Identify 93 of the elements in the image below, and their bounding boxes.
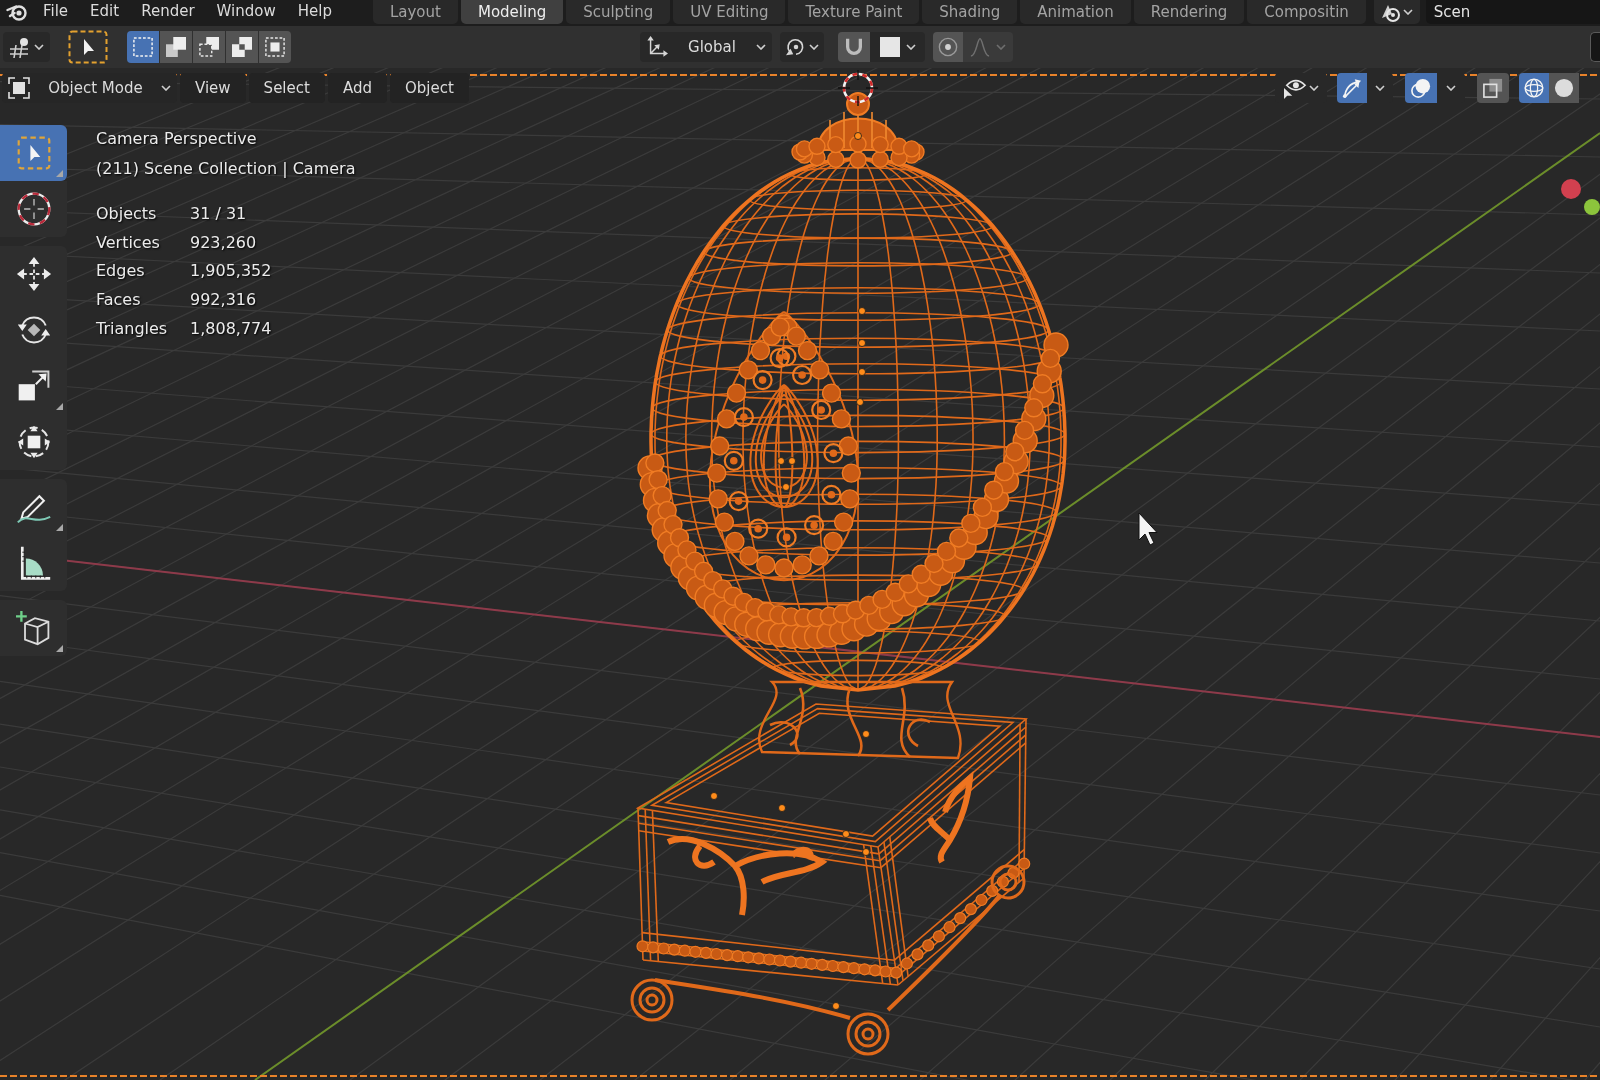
chevron-down-icon	[905, 44, 916, 50]
stat-value: 1,808,774	[190, 317, 273, 340]
overlay-toggle[interactable]	[1405, 73, 1437, 103]
selection-mode-button[interactable]	[127, 31, 159, 63]
stat-value: 31 / 31	[190, 203, 248, 225]
tool-button[interactable]	[0, 414, 67, 470]
stacked-squares-icon	[166, 37, 186, 57]
workspace-tab[interactable]: Modeling	[460, 0, 564, 24]
stat-label: Vertices	[96, 231, 161, 254]
tool-button[interactable]	[0, 181, 67, 237]
xray-toggle[interactable]	[1477, 73, 1509, 103]
selection-mode-button[interactable]	[259, 31, 291, 63]
cut-off-button[interactable]	[1590, 32, 1600, 62]
viewport-menu[interactable]: Select	[248, 73, 325, 103]
scene-type-dropdown[interactable]	[1373, 0, 1420, 24]
selection-mode-button[interactable]	[193, 31, 225, 63]
add-cube-icon	[15, 610, 52, 646]
shading-mode-button[interactable]	[1519, 73, 1549, 103]
crosshair-cursor-icon	[15, 191, 52, 227]
move-arrows-icon	[15, 256, 52, 292]
snap-target-dropdown[interactable]	[870, 32, 925, 62]
stat-label: Faces	[96, 289, 142, 312]
bell-curve-icon	[970, 37, 990, 57]
navigation-gizmo-icon[interactable]	[1561, 179, 1600, 215]
solid-sphere-icon	[1554, 78, 1574, 98]
chevron-down-icon	[1309, 85, 1319, 91]
gizmo-toggle[interactable]	[1337, 73, 1367, 103]
wire-sphere-icon	[1524, 78, 1544, 98]
menu-item[interactable]: Edit	[79, 0, 131, 22]
outlined-squares-icon	[232, 37, 252, 57]
loop-dot-icon	[785, 37, 806, 57]
stat-label: Edges	[96, 260, 146, 283]
object-square-icon	[8, 77, 30, 99]
chevron-down-icon	[1375, 85, 1385, 91]
tool-button[interactable]	[0, 535, 67, 591]
chevron-down-icon	[808, 44, 819, 50]
axes-icon	[646, 36, 668, 58]
menu-item[interactable]: Window	[205, 0, 287, 22]
overlapping-squares-icon	[1483, 78, 1503, 98]
curved-arrow-icon	[1342, 78, 1362, 98]
stat-label: Objects	[96, 203, 158, 225]
overlapping-circles-icon	[1411, 78, 1431, 98]
workspace-tab[interactable]: Layout	[372, 0, 458, 24]
viewport-menu[interactable]: View	[180, 73, 246, 103]
orientation-dropdown[interactable]: Global	[640, 32, 772, 62]
chevron-down-icon	[161, 85, 171, 91]
select-box-icon[interactable]	[68, 30, 108, 64]
select-box-icon	[15, 135, 52, 171]
tool-button[interactable]	[0, 479, 67, 535]
viewport-menu[interactable]: Object	[389, 73, 469, 103]
chevron-down-icon	[1446, 85, 1456, 91]
proportional-editing-toggle[interactable]	[933, 32, 963, 62]
blender-logo-icon[interactable]	[6, 2, 28, 22]
tool-button[interactable]	[0, 246, 67, 302]
workspace-tab[interactable]: Rendering	[1133, 0, 1245, 24]
workspace-tab[interactable]: Sculpting	[566, 0, 671, 24]
tool-button[interactable]	[0, 600, 67, 656]
snap-toggle[interactable]	[838, 32, 870, 62]
shading-mode-button[interactable]	[1549, 73, 1579, 103]
3d-cursor-icon	[837, 69, 879, 107]
grid-sphere-icon	[9, 36, 31, 58]
stat-label: Triangles	[96, 317, 169, 340]
cutout-squares-icon	[199, 37, 219, 57]
workspace-tab[interactable]: Shading	[922, 0, 1018, 24]
magnet-icon	[844, 37, 864, 57]
selection-mode-button[interactable]	[226, 31, 258, 63]
chevron-down-icon	[756, 44, 766, 50]
stat-value: 923,260	[190, 231, 258, 254]
workspace-tab[interactable]: Animation	[1020, 0, 1131, 24]
options-dropdown[interactable]	[3, 32, 50, 62]
selection-mode-button[interactable]	[160, 31, 192, 63]
stat-value: 992,316	[190, 289, 258, 312]
chevron-down-icon	[1403, 9, 1414, 15]
workspace-tab[interactable]: Texture Paint	[788, 0, 920, 24]
workspace-tab[interactable]: UV Editing	[673, 0, 786, 24]
target-circle-icon	[938, 37, 958, 57]
nested-squares-icon	[265, 37, 285, 57]
pivot-point-dropdown[interactable]	[780, 32, 824, 62]
mouse-pointer-icon	[1138, 512, 1158, 546]
eye-pointer-icon	[1283, 77, 1307, 99]
viewport-menu[interactable]: Add	[327, 73, 387, 103]
workspace-tab[interactable]: Compositin	[1247, 0, 1366, 24]
chevron-down-icon	[996, 44, 1006, 50]
scene-name-field[interactable]: Scen	[1425, 0, 1600, 24]
square-icon	[879, 37, 900, 57]
menu-item[interactable]: File	[32, 0, 80, 22]
context-label: (211) Scene Collection | Camera	[96, 158, 356, 180]
view-name-label: Camera Perspective	[96, 128, 258, 150]
chevron-down-icon	[34, 44, 44, 50]
menu-item[interactable]: Render	[130, 0, 206, 22]
dashed-square-icon	[133, 37, 153, 57]
menu-item[interactable]: Help	[286, 0, 343, 22]
stat-value: 1,905,352	[190, 260, 273, 283]
